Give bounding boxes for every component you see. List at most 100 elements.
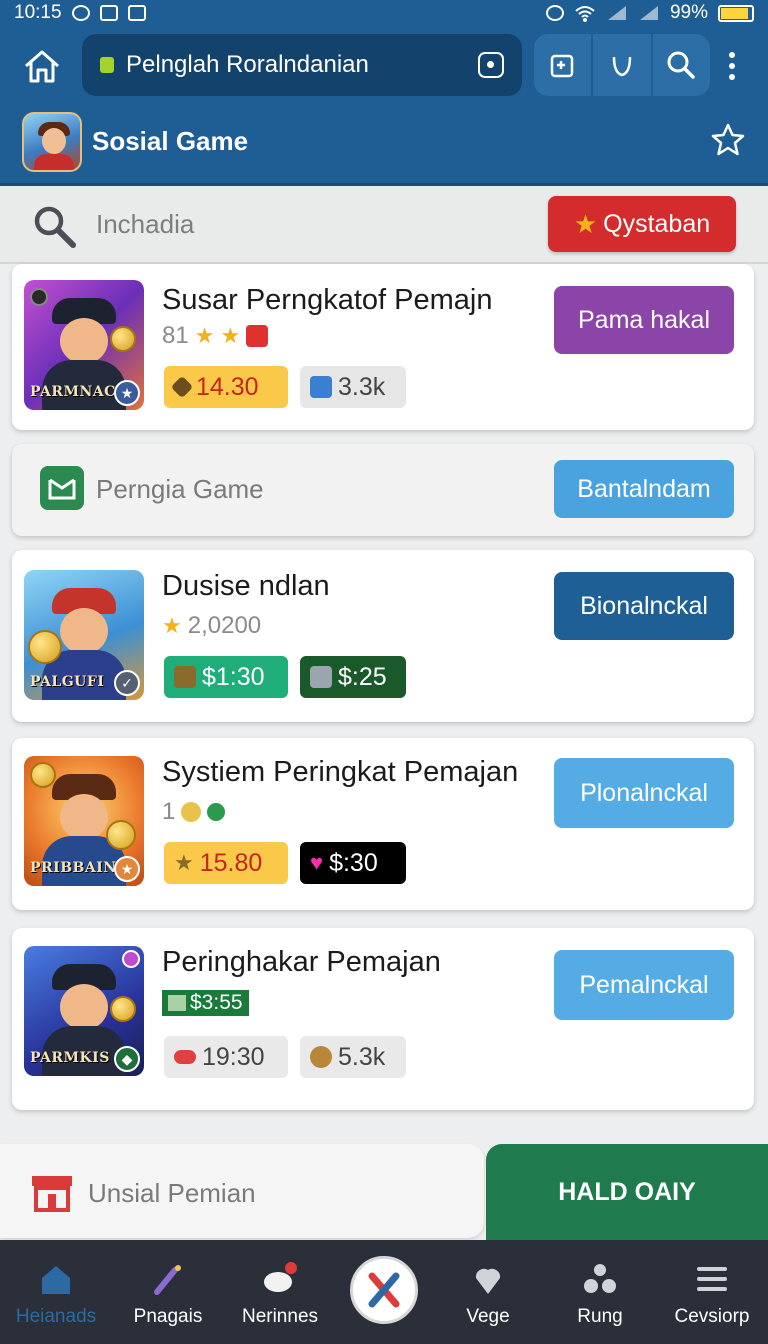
price-value: $1:30 bbox=[202, 662, 265, 691]
game-card[interactable]: PARMNAC ★ Susar Perngkatof Pemajn 81 ★ ★… bbox=[12, 264, 754, 430]
game-card[interactable]: PARMKIS ◆ Peringhakar Pemajan $3:55 19:3… bbox=[12, 928, 754, 1110]
price-chip: $:25 bbox=[300, 656, 406, 698]
nav-item-home[interactable]: Heianads bbox=[0, 1240, 112, 1344]
players-chip: 3.3k bbox=[300, 366, 406, 408]
shield-icon bbox=[612, 56, 632, 77]
shield-button[interactable] bbox=[593, 34, 653, 96]
browser-search-button[interactable] bbox=[653, 34, 710, 96]
price-chip: $1:30 bbox=[164, 656, 288, 698]
search-icon bbox=[667, 51, 696, 79]
nav-item-vege[interactable]: Vege bbox=[432, 1240, 544, 1344]
home-icon bbox=[42, 1266, 70, 1294]
nav-label: Cevsiorp bbox=[674, 1306, 750, 1327]
nav-item-rung[interactable]: Rung bbox=[544, 1240, 656, 1344]
menu-icon bbox=[697, 1267, 727, 1291]
star-icon: ★ bbox=[174, 850, 194, 875]
price-value: $:25 bbox=[338, 662, 387, 691]
score-chip: ★ 15.80 bbox=[164, 842, 288, 884]
score-chip: 14.30 bbox=[164, 366, 288, 408]
players-value: 3.3k bbox=[338, 372, 386, 401]
address-bar[interactable]: Pelnglah Roralndanian bbox=[82, 34, 522, 96]
score-value: 14.30 bbox=[196, 372, 259, 401]
players-value: 5.3k bbox=[338, 1042, 386, 1071]
time-chip: 19:30 bbox=[164, 1036, 288, 1078]
battery-percent: 99% bbox=[669, 2, 708, 23]
clock-icon bbox=[545, 5, 564, 21]
search-input[interactable] bbox=[96, 200, 526, 248]
game-card[interactable]: PALGUFI ✓ Dusise ndlan ★ 2,0200 $1:30 $:… bbox=[12, 550, 754, 722]
price-chip: ♥ $:30 bbox=[300, 842, 406, 884]
time-value: 19:30 bbox=[202, 1042, 265, 1071]
card-action-label: Pemalnckal bbox=[579, 970, 709, 999]
nav-item-messages[interactable]: Nerinnes bbox=[224, 1240, 336, 1344]
game-card[interactable]: Perngia Game Bantalndam bbox=[12, 444, 754, 536]
game-thumbnail: PARMNAC ★ bbox=[24, 280, 144, 410]
nav-label: Vege bbox=[466, 1306, 510, 1327]
game-thumbnail: PRIBBAIN ★ bbox=[24, 756, 144, 886]
nav-item-pages[interactable]: Pnagais bbox=[112, 1240, 224, 1344]
url-text: Pelnglah Roralndanian bbox=[126, 51, 369, 78]
game-rating: 81 ★ ★ bbox=[162, 322, 269, 350]
box-icon bbox=[310, 376, 332, 398]
app-avatar bbox=[22, 112, 82, 172]
cash-icon bbox=[310, 666, 332, 688]
featured-button[interactable]: ★ Qystaban bbox=[548, 196, 736, 252]
battery-icon bbox=[718, 4, 754, 22]
status-time: 10:15 bbox=[14, 2, 62, 23]
nav-center bbox=[336, 1240, 432, 1344]
game-thumbnail: PALGUFI ✓ bbox=[24, 570, 144, 700]
medal-icon bbox=[310, 1046, 332, 1068]
coin-icon bbox=[181, 802, 202, 822]
badge-icon: ★ bbox=[114, 380, 140, 406]
card-action-button[interactable]: Plonalnckal bbox=[554, 758, 734, 828]
nav-item-settings[interactable]: Cevsiorp bbox=[656, 1240, 768, 1344]
favorite-button[interactable] bbox=[708, 120, 748, 160]
page-action-icon[interactable] bbox=[478, 52, 504, 78]
heart-icon: ♥ bbox=[310, 850, 324, 875]
banner-action-button[interactable]: HALD OAIY bbox=[486, 1144, 768, 1240]
tabs-button[interactable] bbox=[534, 34, 594, 96]
group-icon bbox=[584, 1264, 616, 1293]
card-action-button[interactable]: Pama hakal bbox=[554, 286, 734, 354]
game-rating: 1 bbox=[162, 798, 226, 826]
game-title: Dusise ndlan bbox=[162, 570, 330, 602]
home-icon bbox=[25, 50, 59, 83]
home-button[interactable] bbox=[20, 46, 64, 86]
card-action-button[interactable]: Bionalnckal bbox=[554, 572, 734, 640]
app-header: Sosial Game bbox=[0, 106, 768, 186]
status-bar: 10:15 99% bbox=[0, 0, 768, 26]
game-card[interactable]: PRIBBAIN ★ Systiem Peringkat Pemajan 1 ★… bbox=[12, 738, 754, 910]
location-heart-icon bbox=[475, 1268, 501, 1294]
ticket-icon bbox=[174, 1050, 196, 1064]
cash-icon bbox=[168, 995, 186, 1011]
card-action-button[interactable]: Pemalnckal bbox=[554, 950, 734, 1020]
money-bag-icon bbox=[174, 666, 196, 688]
wifi-icon bbox=[575, 6, 595, 22]
nav-label: Heianads bbox=[15, 1306, 97, 1327]
store-icon bbox=[32, 1176, 72, 1212]
check-badge-icon: ✓ bbox=[114, 670, 140, 696]
banner-action-label: HALD OAIY bbox=[558, 1177, 696, 1206]
card-action-label: Bionalnckal bbox=[580, 591, 708, 620]
main-action-button[interactable] bbox=[350, 1256, 418, 1324]
game-title: Peringhakar Pemajan bbox=[162, 946, 441, 978]
featured-button-label: Qystaban bbox=[603, 209, 711, 238]
rating-count: 1 bbox=[162, 798, 176, 825]
banner-info[interactable]: Unsial Pemian bbox=[0, 1144, 484, 1238]
x-logo-icon bbox=[368, 1272, 400, 1308]
thumbnail-label: PARMKIS bbox=[30, 1050, 110, 1066]
bowl-icon bbox=[264, 1262, 297, 1292]
star-outline-icon bbox=[711, 123, 745, 156]
notification-icon bbox=[99, 5, 118, 21]
price-value: $:30 bbox=[329, 848, 378, 877]
star-icon: ★ bbox=[194, 323, 215, 348]
thumbnail-label: PRIBBAIN bbox=[30, 860, 117, 876]
card-action-button[interactable]: Bantalndam bbox=[554, 460, 734, 518]
bottom-navigation: Heianads Pnagais Nerinnes Vege Rung Cevs… bbox=[0, 1240, 768, 1344]
rating-count: 81 bbox=[162, 322, 189, 349]
score-value: 15.80 bbox=[199, 848, 263, 877]
game-price: $3:55 bbox=[162, 990, 249, 1016]
tabs-icon bbox=[550, 54, 573, 78]
app-notification-icon bbox=[127, 5, 146, 21]
more-menu-icon[interactable] bbox=[720, 46, 744, 86]
